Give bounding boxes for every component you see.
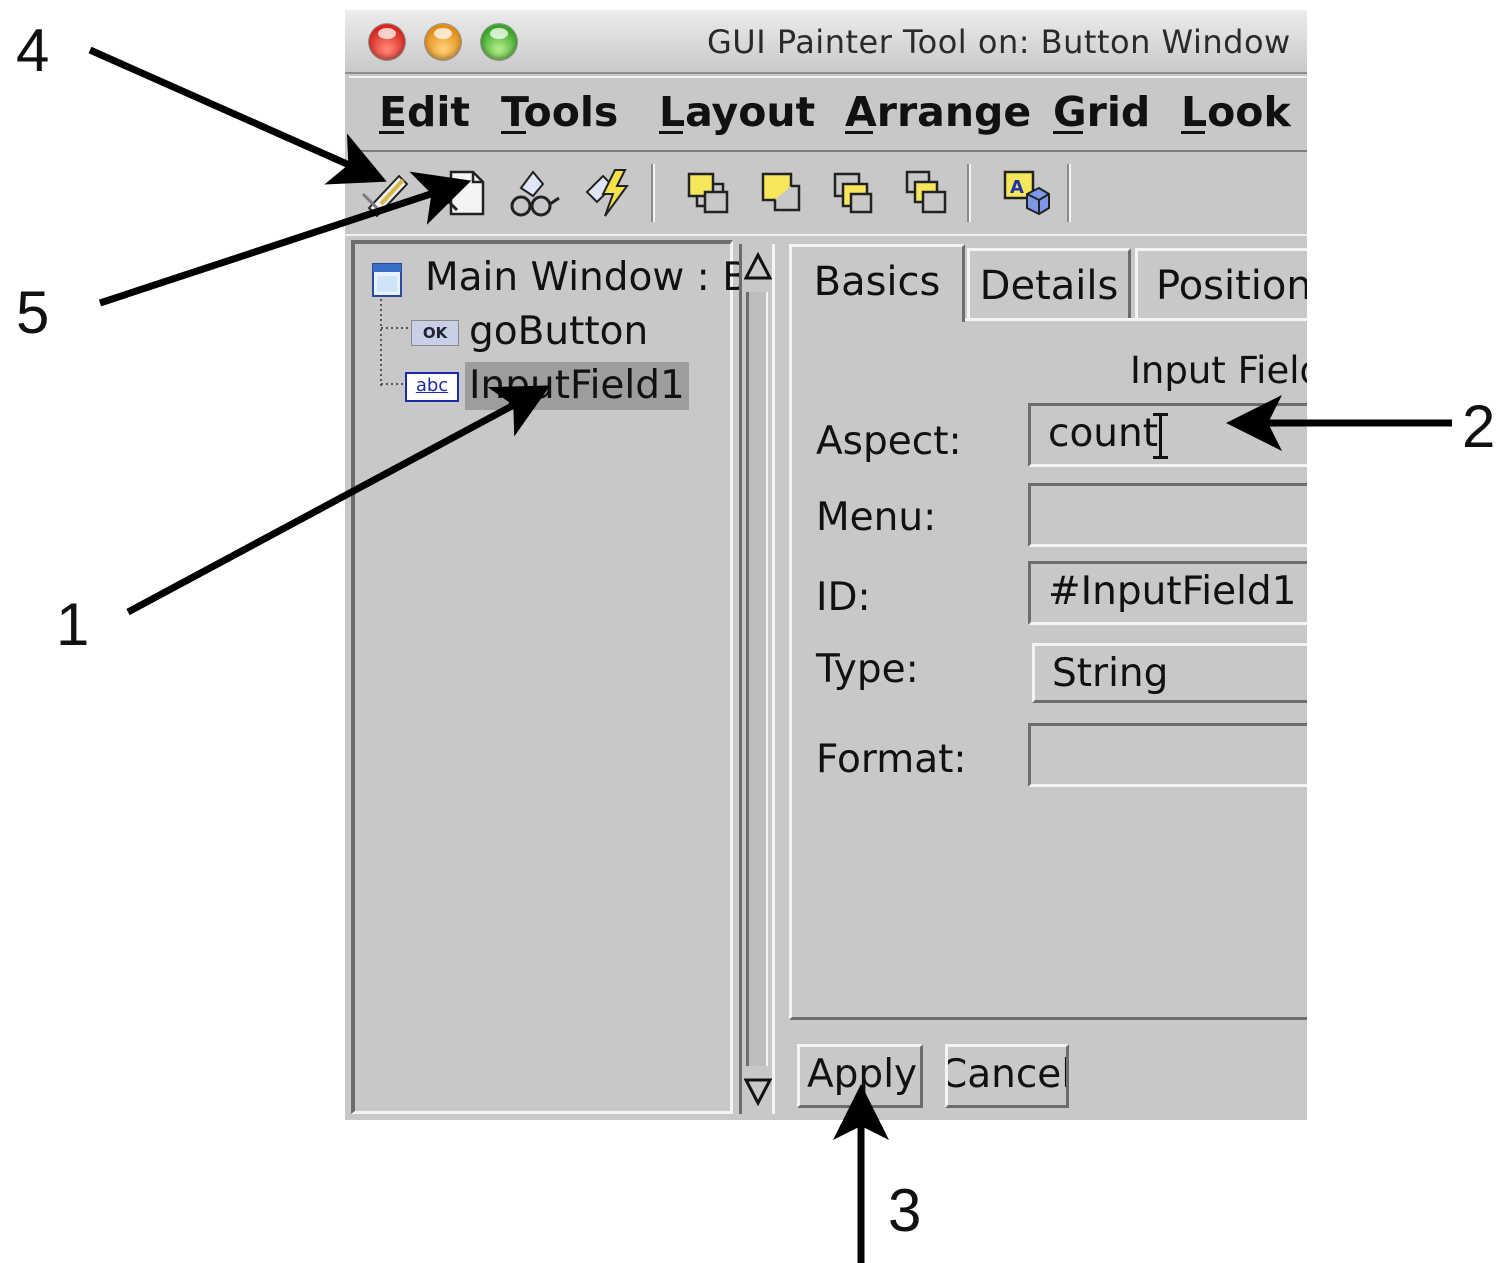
arrow-4: [88, 46, 387, 185]
callout-4: 4: [16, 17, 50, 84]
callout-1: 1: [56, 591, 90, 658]
tab-basics[interactable]: Basics: [789, 244, 965, 322]
callout-3: 3: [888, 1177, 922, 1244]
arrow-1: [126, 385, 551, 616]
callout-5: 5: [16, 279, 50, 346]
callout-2: 2: [1462, 393, 1496, 460]
annotation-arrows: [88, 46, 1452, 1263]
arrow-5: [98, 171, 472, 307]
